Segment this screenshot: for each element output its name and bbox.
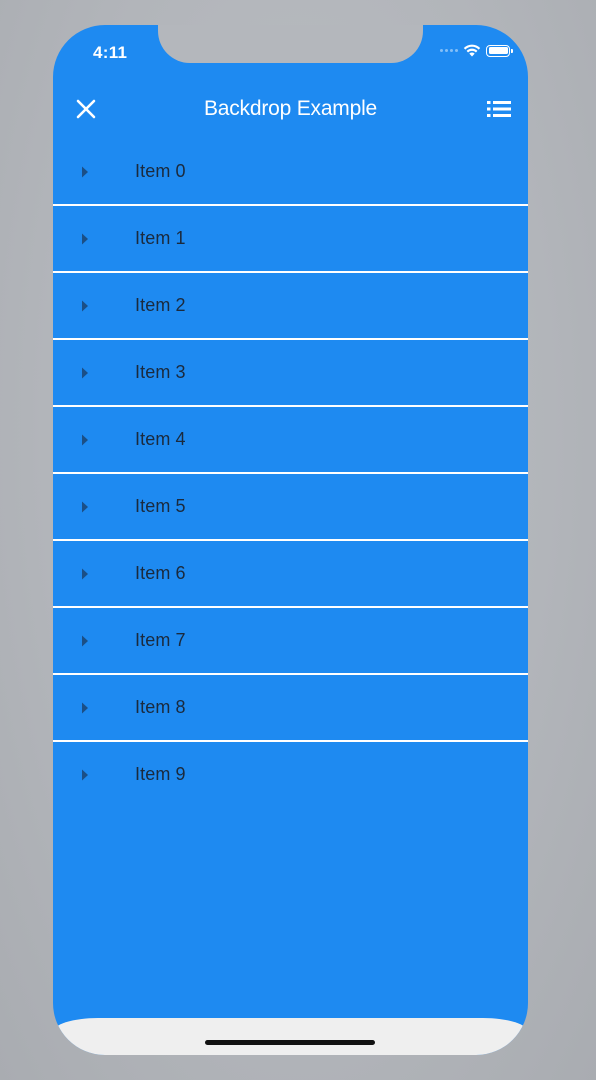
home-indicator[interactable] xyxy=(205,1040,375,1045)
list-item-label: Item 3 xyxy=(135,362,186,382)
arrow-right-icon xyxy=(82,635,88,647)
list-item-label: Item 5 xyxy=(135,496,186,516)
list-item-label: Item 6 xyxy=(135,563,186,583)
device-notch xyxy=(158,25,423,63)
arrow-right-icon xyxy=(82,300,88,312)
list-item[interactable]: Item 6 xyxy=(53,541,528,608)
arrow-right-icon xyxy=(82,501,88,513)
home-indicator-area xyxy=(53,1018,528,1055)
arrow-right-icon xyxy=(82,233,88,245)
list-item-label: Item 7 xyxy=(135,630,186,650)
list-item[interactable]: Item 9 xyxy=(53,742,528,807)
list-item[interactable]: Item 0 xyxy=(53,139,528,206)
list-item-label: Item 8 xyxy=(135,697,186,717)
cellular-signal-icon xyxy=(440,49,458,52)
arrow-right-icon xyxy=(82,702,88,714)
status-indicators xyxy=(440,44,513,57)
list-item[interactable]: Item 5 xyxy=(53,474,528,541)
page-title: Backdrop Example xyxy=(203,97,378,120)
item-list: Item 0 Item 1 Item 2 Item 3 Item 4 Item … xyxy=(53,139,528,807)
list-item-label: Item 2 xyxy=(135,295,186,315)
list-item-label: Item 4 xyxy=(135,429,186,449)
list-item-label: Item 1 xyxy=(135,228,186,248)
battery-icon xyxy=(486,44,513,57)
list-item-label: Item 0 xyxy=(135,161,186,181)
list-item[interactable]: Item 3 xyxy=(53,340,528,407)
arrow-right-icon xyxy=(82,568,88,580)
list-item[interactable]: Item 2 xyxy=(53,273,528,340)
phone-screen: 4:11 Backdrop Example Item 0 Item 1 Item… xyxy=(53,25,528,1055)
list-item[interactable]: Item 1 xyxy=(53,206,528,273)
wifi-icon xyxy=(463,44,481,57)
list-item[interactable]: Item 8 xyxy=(53,675,528,742)
status-time: 4:11 xyxy=(93,43,128,62)
arrow-right-icon xyxy=(82,367,88,379)
list-item[interactable]: Item 7 xyxy=(53,608,528,675)
list-view-button[interactable] xyxy=(486,98,514,120)
arrow-right-icon xyxy=(82,166,88,178)
arrow-right-icon xyxy=(82,769,88,781)
list-icon xyxy=(487,101,511,117)
list-item-label: Item 9 xyxy=(135,764,186,784)
arrow-right-icon xyxy=(82,434,88,446)
list-item[interactable]: Item 4 xyxy=(53,407,528,474)
app-bar: Backdrop Example xyxy=(53,87,528,131)
